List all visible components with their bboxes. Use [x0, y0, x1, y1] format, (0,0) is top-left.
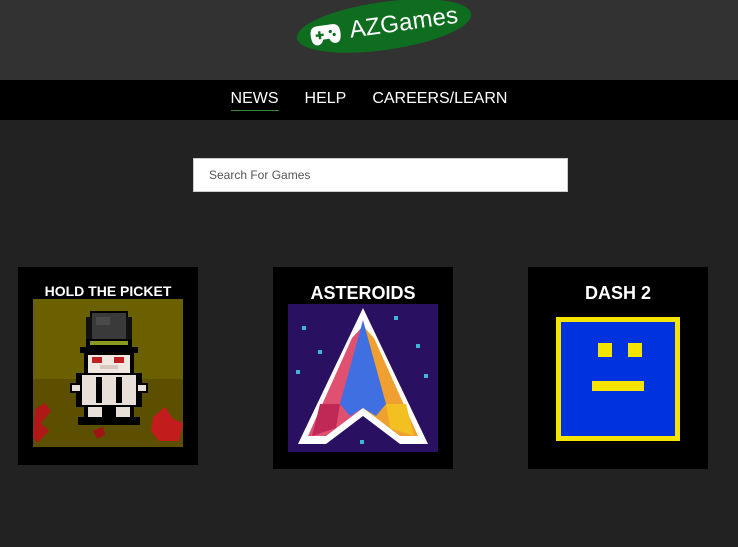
game-title: DASH 2 — [584, 283, 651, 303]
game-title: ASTEROIDS — [310, 283, 416, 303]
pixel-spaceship-icon — [288, 304, 438, 452]
game-card-dash-2[interactable]: DASH 2 — [528, 267, 708, 469]
nav-news[interactable]: NEWS — [230, 90, 279, 111]
game-card-asteroids[interactable]: ASTEROIDS — [273, 267, 453, 469]
gamepad-icon — [310, 24, 341, 46]
pixel-samurai-icon — [33, 299, 183, 447]
game-title: HOLD THE PICKET — [44, 283, 172, 299]
nav-help[interactable]: HELP — [305, 90, 347, 111]
square-face-icon — [556, 317, 680, 441]
search-input[interactable] — [193, 158, 568, 192]
nav-careers-learn[interactable]: CAREERS/LEARN — [372, 90, 507, 111]
main-nav: NEWS HELP CAREERS/LEARN — [0, 80, 738, 120]
site-header: AZGames — [0, 0, 738, 80]
game-card-hold-the-picket[interactable]: HOLD THE PICKET — [18, 267, 198, 465]
logo-text: AZGames — [347, 1, 460, 44]
site-logo[interactable]: AZGames — [293, 0, 475, 63]
